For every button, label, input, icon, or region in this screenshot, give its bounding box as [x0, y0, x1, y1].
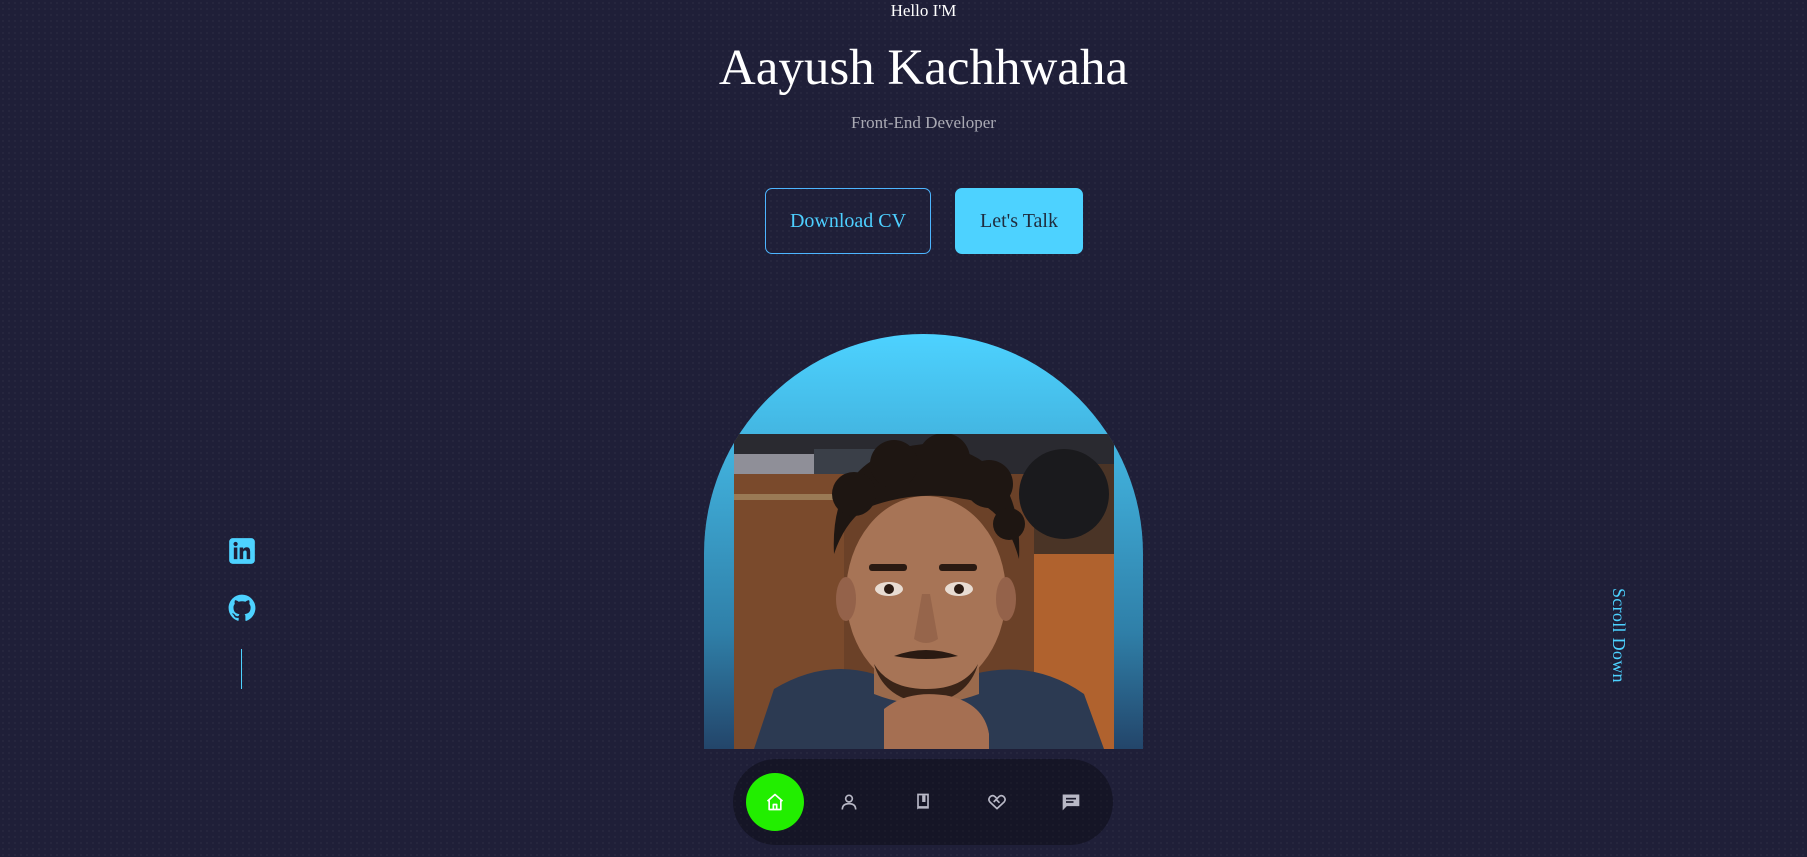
- linkedin-link[interactable]: [228, 537, 256, 565]
- bottom-nav: [733, 759, 1113, 845]
- user-icon: [841, 794, 857, 810]
- nav-services[interactable]: [968, 773, 1026, 831]
- lets-talk-button[interactable]: Let's Talk: [955, 188, 1083, 254]
- nav-home[interactable]: [746, 773, 804, 831]
- profile-photo: [734, 434, 1114, 749]
- home-icon: [766, 793, 784, 811]
- social-links: [228, 537, 256, 689]
- hero-greeting: Hello I'M: [890, 1, 957, 20]
- message-icon: [1062, 794, 1080, 811]
- heart-handshake-icon: [988, 794, 1006, 810]
- linkedin-icon: [229, 538, 255, 564]
- nav-about[interactable]: [820, 773, 878, 831]
- hero-name: Aayush Kachhwaha: [718, 40, 1129, 96]
- profile-photo-image: [734, 434, 1114, 749]
- github-icon: [228, 594, 256, 621]
- nav-experience[interactable]: [894, 773, 952, 831]
- book-icon: [917, 793, 929, 811]
- profile-arch: [704, 334, 1143, 749]
- github-link[interactable]: [228, 594, 256, 622]
- nav-contact[interactable]: [1042, 773, 1100, 831]
- social-divider-line: [241, 649, 242, 689]
- hero-role: Front-End Developer: [851, 113, 996, 132]
- download-cv-button[interactable]: Download CV: [765, 188, 931, 254]
- scroll-down-link[interactable]: Scroll Down: [1608, 588, 1629, 683]
